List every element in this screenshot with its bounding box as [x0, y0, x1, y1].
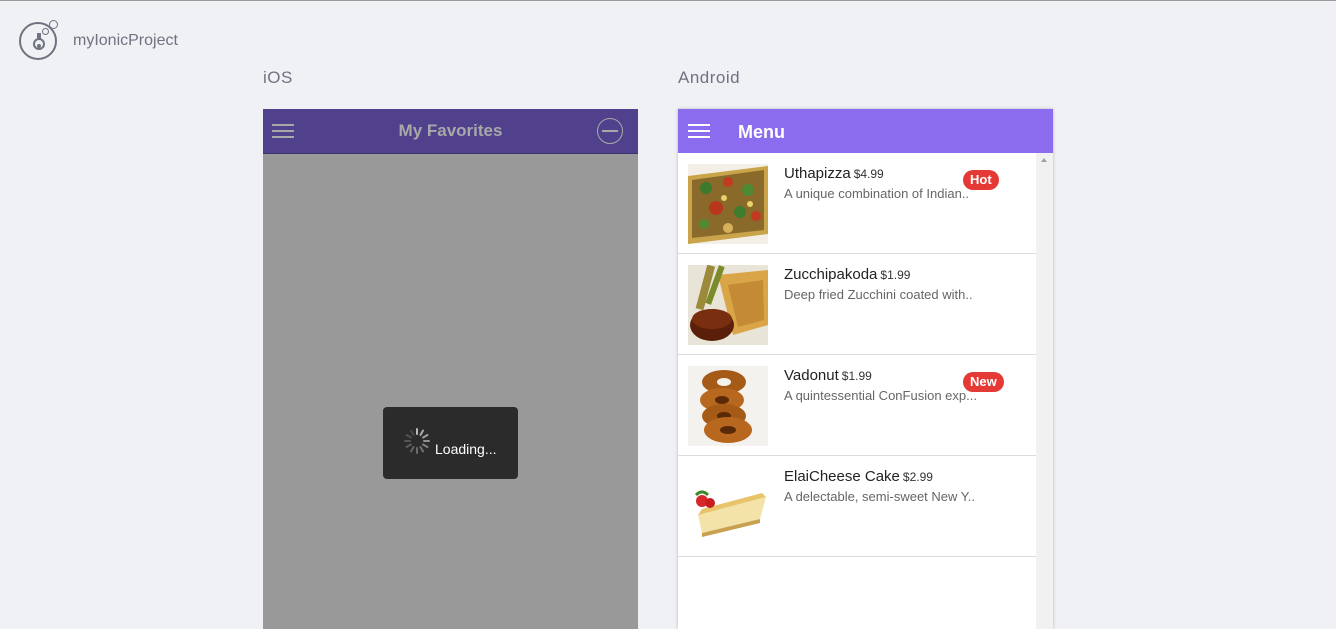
android-toolbar-title: Menu [738, 122, 785, 142]
item-description: A delectable, semi-sweet New Y.. [784, 489, 976, 504]
remove-circle-icon[interactable] [597, 118, 623, 144]
item-name: Uthapizza [784, 165, 851, 182]
item-description: Deep fried Zucchini coated with.. [784, 287, 973, 302]
app-title: myIonicProject [73, 32, 178, 49]
uthapizza-image [688, 164, 768, 244]
app-header: myIonicProject [19, 20, 178, 60]
hot-badge: Hot [963, 170, 999, 190]
item-price: $1.99 [880, 268, 911, 282]
ios-preview: My Favorites Loading... [263, 109, 638, 629]
loading-overlay: Loading... [383, 407, 518, 479]
android-preview: Menu Uthapizza $4.99 A unique combination… [678, 109, 1053, 629]
cheesecake-image [688, 467, 768, 547]
loading-text: Loading... [435, 441, 497, 457]
ios-toolbar: My Favorites [263, 109, 638, 154]
ios-toolbar-title: My Favorites [398, 121, 503, 140]
android-toolbar: Menu [678, 109, 1053, 153]
list-item[interactable]: ElaiCheese Cake $2.99 A delectable, semi-… [678, 456, 1036, 557]
item-price: $1.99 [841, 369, 872, 383]
item-price: $4.99 [853, 167, 884, 181]
menu-list: Uthapizza $4.99 A unique combination of I… [678, 153, 1036, 557]
zucchipakoda-image [688, 265, 768, 345]
item-name: ElaiCheese Cake [784, 468, 900, 485]
scrollbar[interactable] [1036, 153, 1053, 629]
item-name: Vadonut [784, 367, 839, 384]
list-item[interactable]: Vadonut $1.99 A quintessential ConFusion … [678, 355, 1036, 456]
vadonut-image [688, 366, 768, 446]
ios-label: iOS [263, 68, 293, 87]
ionic-logo-icon [19, 20, 58, 60]
new-badge: New [963, 372, 1004, 392]
scroll-up-arrow-icon[interactable] [1041, 158, 1047, 162]
menu-icon[interactable] [272, 124, 294, 138]
item-description: A quintessential ConFusion exp... [784, 388, 977, 403]
list-item[interactable]: Uthapizza $4.99 A unique combination of I… [678, 153, 1036, 254]
android-label: Android [678, 68, 741, 87]
item-name: Zucchipakoda [784, 266, 878, 283]
list-item[interactable]: Zucchipakoda $1.99 Deep fried Zucchini co… [678, 254, 1036, 355]
item-price: $2.99 [902, 470, 933, 484]
spinner-icon [404, 428, 430, 454]
menu-icon[interactable] [688, 124, 710, 138]
item-description: A unique combination of Indian.. [784, 186, 970, 201]
